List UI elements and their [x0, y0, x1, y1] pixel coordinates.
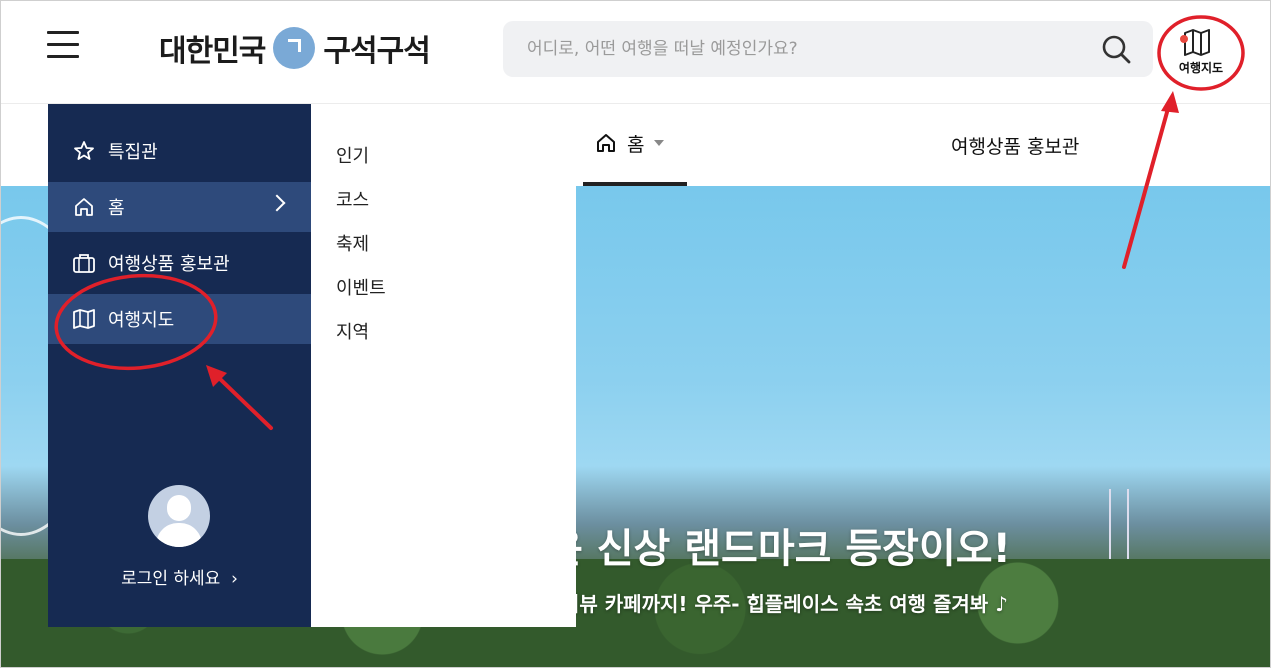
- page: 운 신상 랜드마크 등장이오! 위뷰 카페까지! 우주- 힙플레이스 속초 여행…: [0, 0, 1271, 668]
- login-link[interactable]: 로그인 하세요 ›: [48, 564, 311, 589]
- hamburger-menu-button[interactable]: [47, 31, 79, 61]
- logo-text-right: 구석구석: [323, 34, 430, 69]
- logo-mark-icon: [273, 27, 316, 69]
- drawer-item-travel-promo[interactable]: 여행상품 홍보관: [48, 238, 311, 288]
- side-drawer: 특집관 홈 여행상품 홍보관 여행지도 로그인 하세요 ›: [48, 104, 311, 627]
- hamburger-line-icon: [47, 55, 79, 58]
- home-submenu: 인기 코스 축제 이벤트 지역: [311, 104, 576, 627]
- star-icon: [72, 139, 96, 163]
- submenu-item-festival[interactable]: 축제: [336, 230, 369, 256]
- site-header: 대한민국 구석구석 여행지도: [1, 1, 1270, 104]
- drawer-item-label: 여행지도: [108, 310, 175, 331]
- submenu-item-popular[interactable]: 인기: [336, 142, 369, 168]
- home-icon: [597, 134, 615, 152]
- drawer-item-special[interactable]: 특집관: [48, 126, 311, 176]
- tab-travel-promo[interactable]: 여행상품 홍보관: [951, 132, 1079, 159]
- travel-map-label: 여행지도: [1178, 61, 1224, 75]
- avatar-head-icon: [167, 495, 191, 521]
- submenu-item-region[interactable]: 지역: [336, 318, 369, 344]
- map-icon: [1180, 29, 1210, 56]
- submenu-item-course[interactable]: 코스: [336, 186, 369, 212]
- travel-map-button[interactable]: 여행지도: [1161, 19, 1241, 89]
- briefcase-icon: [72, 251, 96, 275]
- hero-subtitle: 위뷰 카페까지! 우주- 힙플레이스 속초 여행 즐겨봐 ♪: [561, 592, 1008, 616]
- drawer-item-label: 특집관: [108, 142, 158, 163]
- map-icon: [72, 307, 96, 331]
- hamburger-line-icon: [47, 31, 79, 34]
- chevron-down-icon: [654, 140, 665, 146]
- logo-text-left: 대한민국: [159, 34, 266, 69]
- search-input[interactable]: [527, 21, 1087, 77]
- chevron-right-icon: [268, 194, 286, 212]
- chevron-right-icon: ›: [225, 569, 238, 589]
- top-navigation: 홈 여행상품 홍보관: [576, 104, 1270, 186]
- avatar-body-icon: [156, 523, 202, 547]
- hero-title: 운 신상 랜드마크 등장이오!: [546, 526, 1011, 572]
- search-bar: [503, 21, 1153, 77]
- drawer-item-home[interactable]: 홈: [48, 182, 311, 232]
- hamburger-line-icon: [47, 43, 79, 46]
- tab-home[interactable]: 홈: [583, 104, 687, 186]
- drawer-item-label: 홈: [108, 198, 125, 219]
- drawer-item-travel-map[interactable]: 여행지도: [48, 294, 311, 344]
- home-icon: [72, 195, 96, 219]
- site-logo[interactable]: 대한민국 구석구석: [159, 25, 431, 71]
- tab-home-label: 홈: [627, 133, 645, 156]
- drawer-item-label: 여행상품 홍보관: [108, 254, 230, 275]
- search-icon[interactable]: [1101, 34, 1131, 64]
- login-label: 로그인 하세요: [121, 569, 221, 589]
- submenu-item-event[interactable]: 이벤트: [336, 274, 386, 300]
- avatar[interactable]: [148, 485, 210, 547]
